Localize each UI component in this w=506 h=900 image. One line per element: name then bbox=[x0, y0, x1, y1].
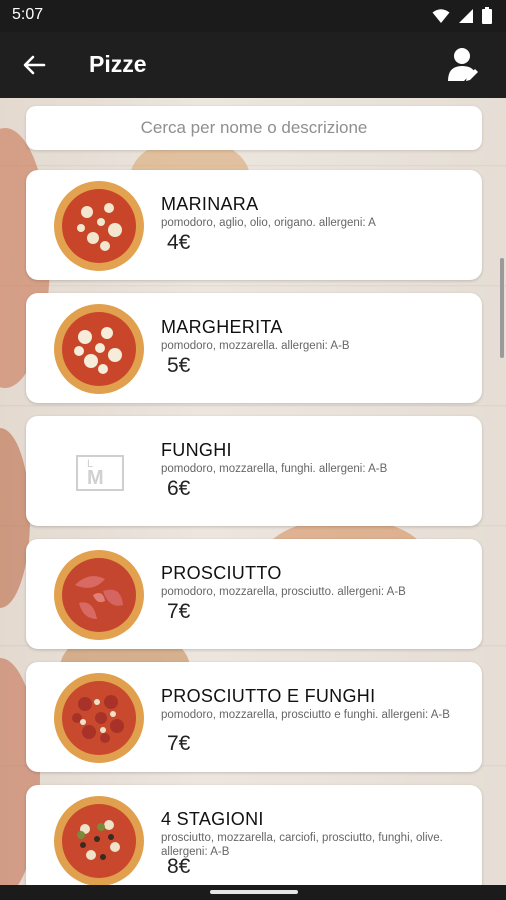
pizza-margherita-image bbox=[54, 304, 144, 394]
pizza-name: MARINARA bbox=[161, 194, 259, 214]
pizza-description: pomodoro, mozzarella. allergeni: A-B bbox=[161, 340, 350, 352]
pizza-card-marinara[interactable]: MARINARA pomodoro, aglio, olio, origano.… bbox=[26, 170, 482, 280]
user-edit-icon bbox=[448, 48, 478, 81]
pizza-prosciutto-image bbox=[54, 550, 144, 640]
pizza-card-funghi[interactable]: L M FUNGHI pomodoro, mozzarella, funghi.… bbox=[26, 416, 482, 526]
pizza-card-4-stagioni[interactable]: 4 STAGIONI prosciutto, mozzarella, carci… bbox=[26, 785, 482, 895]
logo-letter-main: M bbox=[87, 467, 104, 489]
pizza-card-prosciutto[interactable]: PROSCIUTTO pomodoro, mozzarella, prosciu… bbox=[26, 539, 482, 649]
pizza-name: PROSCIUTTO bbox=[161, 563, 282, 583]
pizza-name: 4 STAGIONI bbox=[161, 809, 264, 829]
home-gesture-handle[interactable] bbox=[210, 890, 298, 894]
status-icons bbox=[432, 7, 492, 24]
pizza-marinara-image bbox=[54, 181, 144, 271]
pizza-description: pomodoro, aglio, olio, origano. allergen… bbox=[161, 217, 376, 229]
scrollbar[interactable] bbox=[500, 258, 504, 358]
pizza-name: FUNGHI bbox=[161, 440, 232, 460]
page-title: Pizze bbox=[89, 51, 147, 77]
arrow-left-icon bbox=[23, 55, 46, 75]
back-button[interactable] bbox=[14, 46, 54, 84]
pizza-name: MARGHERITA bbox=[161, 317, 283, 337]
search-input[interactable] bbox=[26, 105, 482, 151]
app-bar: Pizze bbox=[0, 32, 506, 98]
status-time: 5:07 bbox=[12, 6, 44, 23]
pizza-description: pomodoro, mozzarella, prosciutto. allerg… bbox=[161, 586, 406, 598]
pizza-price: 7€ bbox=[167, 600, 191, 623]
profile-button[interactable] bbox=[442, 44, 484, 86]
pizza-description: pomodoro, mozzarella, prosciutto e fungh… bbox=[161, 709, 450, 721]
navigation-bar bbox=[0, 885, 506, 900]
battery-icon bbox=[482, 7, 492, 24]
signal-icon bbox=[459, 8, 473, 23]
pizza-card-margherita[interactable]: MARGHERITA pomodoro, mozzarella. allerge… bbox=[26, 293, 482, 403]
pizza-description: prosciutto, mozzarella, carciofi, prosci… bbox=[161, 832, 443, 858]
wifi-icon bbox=[432, 8, 450, 23]
placeholder-logo-image: L M bbox=[76, 455, 124, 491]
pizza-description: pomodoro, mozzarella, funghi. allergeni:… bbox=[161, 463, 388, 475]
pizza-price: 7€ bbox=[167, 732, 191, 755]
pizza-card-prosciutto-e-funghi[interactable]: PROSCIUTTO E FUNGHI pomodoro, mozzarella… bbox=[26, 662, 482, 772]
status-bar: 5:07 bbox=[0, 0, 506, 32]
pizza-4-stagioni-image bbox=[54, 796, 144, 886]
pizza-price: 5€ bbox=[167, 354, 191, 377]
pizza-price: 8€ bbox=[167, 855, 191, 878]
search-field[interactable] bbox=[26, 105, 482, 151]
pizza-price: 6€ bbox=[167, 477, 191, 500]
pizza-name: PROSCIUTTO E FUNGHI bbox=[161, 686, 376, 706]
pizza-price: 4€ bbox=[167, 231, 191, 254]
pizza-prosciutto-funghi-image bbox=[54, 673, 144, 763]
